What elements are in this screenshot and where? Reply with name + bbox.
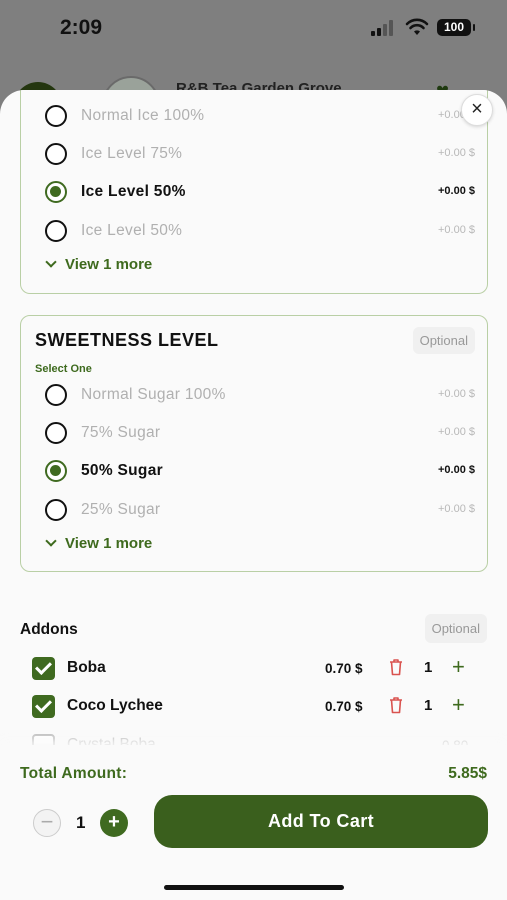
radio-button[interactable] xyxy=(45,384,67,406)
trash-icon[interactable] xyxy=(389,696,403,714)
chevron-down-icon xyxy=(45,256,57,268)
radio-button[interactable] xyxy=(45,422,67,444)
chevron-down-icon xyxy=(45,535,57,547)
radio-button[interactable] xyxy=(45,220,67,242)
addon-quantity: 1 xyxy=(424,659,433,676)
radio-button[interactable] xyxy=(45,105,67,127)
cart-footer: Total Amount: 5.85$ − 1 + Add To Cart xyxy=(0,745,507,900)
addon-row: Coco Lychee 0.70 $ 1 + xyxy=(32,693,472,721)
status-time: 2:09 xyxy=(60,16,103,39)
view-more-ice-link[interactable]: View 1 more xyxy=(45,256,152,276)
addon-price: 0.70 $ xyxy=(325,699,363,714)
ice-option[interactable]: Normal Ice 100% +0.00 $ xyxy=(45,103,475,131)
addon-name: Boba xyxy=(67,659,106,676)
addon-checkbox[interactable] xyxy=(32,657,55,680)
total-value: 5.85$ xyxy=(448,765,487,782)
group-title: SWEETNESS LEVEL xyxy=(35,330,219,350)
wifi-icon xyxy=(405,18,429,35)
addon-checkbox[interactable] xyxy=(32,695,55,718)
addon-name: Coco Lychee xyxy=(67,697,163,714)
plus-icon[interactable]: + xyxy=(452,655,465,679)
addon-row: Boba 0.70 $ 1 + xyxy=(32,655,472,683)
add-to-cart-button[interactable]: Add To Cart xyxy=(154,795,488,848)
radio-button[interactable] xyxy=(45,499,67,521)
sweetness-option-selected[interactable]: 50% Sugar +0.00 $ xyxy=(45,458,475,486)
cellular-signal-icon xyxy=(371,20,397,36)
plus-icon[interactable]: + xyxy=(452,693,465,717)
quantity-value: 1 xyxy=(76,813,86,832)
ice-option[interactable]: Ice Level 75% +0.00 $ xyxy=(45,141,475,169)
sweetness-option[interactable]: 75% Sugar +0.00 $ xyxy=(45,420,475,448)
trash-icon[interactable] xyxy=(389,658,403,676)
sweetness-level-group: SWEETNESS LEVEL Optional Select One Norm… xyxy=(20,315,488,572)
increase-quantity-button[interactable]: + xyxy=(100,809,128,837)
ice-option-selected[interactable]: Ice Level 50% +0.00 $ xyxy=(45,179,475,207)
battery-icon: 100 xyxy=(437,19,475,36)
decrease-quantity-button[interactable]: − xyxy=(33,809,61,837)
addon-quantity: 1 xyxy=(424,697,433,714)
view-more-sweetness-link[interactable]: View 1 more xyxy=(45,535,152,555)
home-indicator[interactable] xyxy=(164,885,344,890)
radio-button-selected[interactable] xyxy=(45,460,67,482)
radio-button[interactable] xyxy=(45,143,67,165)
group-subtitle: Select One xyxy=(35,363,92,375)
total-label: Total Amount: xyxy=(20,765,128,782)
status-bar: 2:09 100 xyxy=(0,0,507,56)
radio-button-selected[interactable] xyxy=(45,181,67,203)
sweetness-option[interactable]: Normal Sugar 100% +0.00 $ xyxy=(45,382,475,410)
sweetness-option[interactable]: 25% Sugar +0.00 $ xyxy=(45,497,475,525)
ice-level-group: Normal Ice 100% +0.00 $ Ice Level 75% +0… xyxy=(20,90,488,294)
addons-title: Addons xyxy=(20,621,78,638)
optional-badge: Optional xyxy=(424,614,487,643)
close-button[interactable]: × xyxy=(461,94,493,126)
optional-badge: Optional xyxy=(412,327,475,354)
addon-price: 0.70 $ xyxy=(325,661,363,676)
ice-option[interactable]: Ice Level 50% +0.00 $ xyxy=(45,218,475,246)
